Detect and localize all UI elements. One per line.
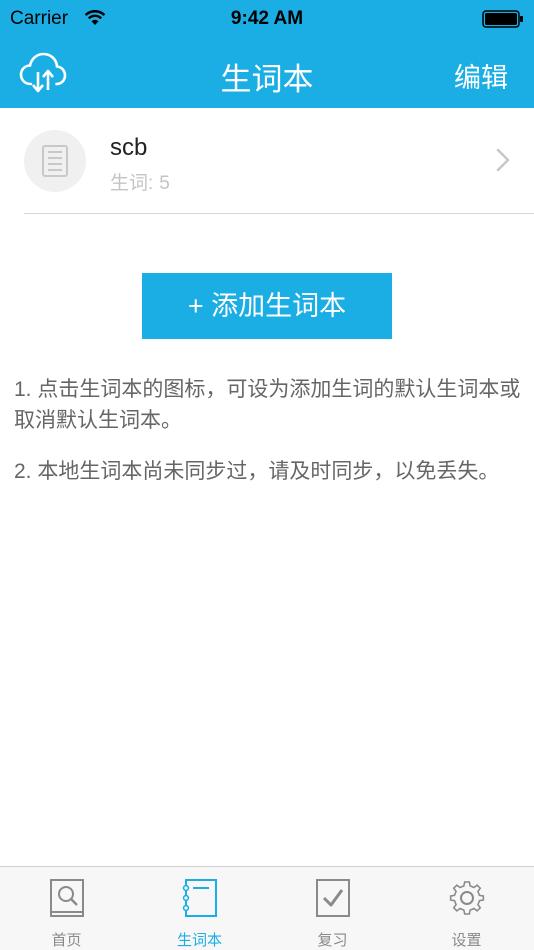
status-bar: Carrier 9:42 AM — [0, 0, 534, 38]
tab-notebook[interactable]: 生词本 — [133, 867, 266, 950]
word-count-label: 生词: — [110, 173, 154, 194]
tab-settings[interactable]: 设置 — [400, 867, 533, 950]
notebook-word-count: 生词: 5 — [110, 168, 170, 195]
tab-label: 生词本 — [176, 932, 222, 949]
notebook-name: scb — [110, 134, 148, 161]
tab-label: 复习 — [317, 932, 348, 949]
chevron-right-icon — [496, 148, 510, 177]
notebook-row[interactable]: scb 生词: 5 — [0, 108, 534, 214]
tab-label: 首页 — [51, 932, 82, 949]
header: Carrier 9:42 AM 生词本 编辑 — [0, 0, 534, 108]
tips: 1. 点击生词本的图标，可设为添加生词的默认生词本或取消默认生词本。 2. 本地… — [14, 374, 522, 487]
row-divider — [24, 213, 534, 214]
gear-icon — [449, 881, 485, 915]
battery-icon — [482, 10, 524, 33]
notebook-icon — [182, 879, 217, 917]
nav-bar: 生词本 编辑 — [0, 38, 534, 108]
word-count-value: 5 — [159, 173, 170, 194]
edit-button[interactable]: 编辑 — [454, 56, 508, 95]
notebook-cover-icon[interactable] — [24, 130, 86, 192]
tab-home[interactable]: 首页 — [0, 867, 133, 950]
tab-bar: 首页 生词本 复习 设置 — [0, 866, 534, 950]
clock: 9:42 AM — [230, 8, 304, 29]
tab-label: 设置 — [451, 932, 482, 949]
tip-text: 2. 本地生词本尚未同步过，请及时同步，以免丢失。 — [14, 460, 500, 483]
checkbox-icon — [316, 879, 350, 917]
tip-text: 1. 点击生词本的图标，可设为添加生词的默认生词本或取消默认生词本。 — [14, 378, 521, 432]
tab-review[interactable]: 复习 — [266, 867, 399, 950]
search-book-icon — [50, 879, 84, 917]
add-notebook-button[interactable]: + 添加生词本 — [142, 273, 392, 339]
